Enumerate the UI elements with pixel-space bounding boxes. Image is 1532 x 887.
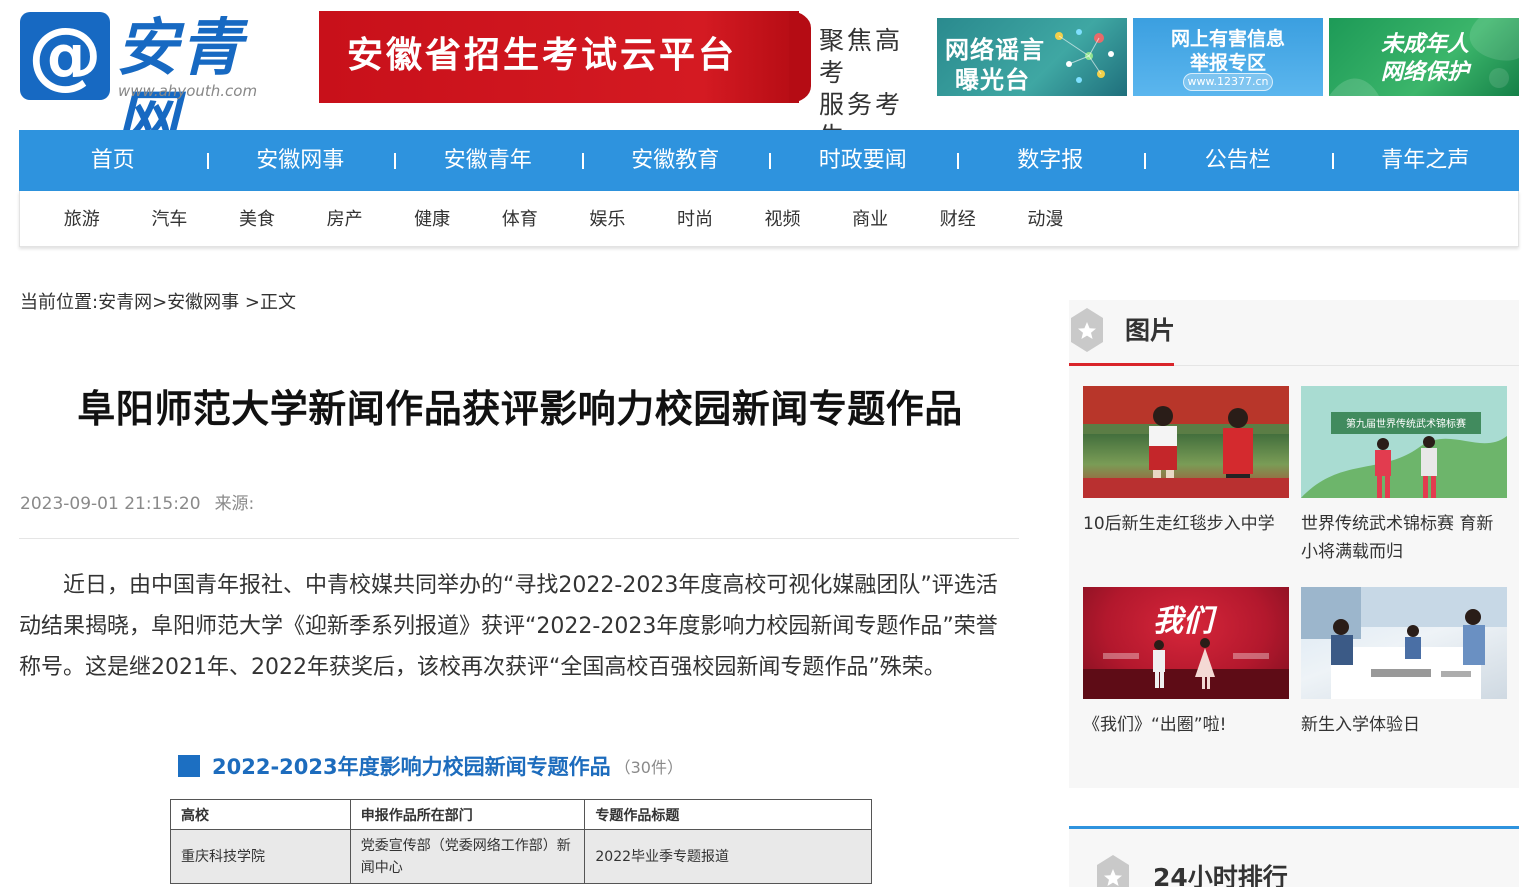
picture-caption[interactable]: 新生入学体验日: [1301, 711, 1507, 739]
sub-nav-realestate[interactable]: 房产: [301, 191, 389, 246]
picture-thumbnail[interactable]: [1301, 587, 1507, 699]
star-shield-icon: [1097, 855, 1129, 887]
article-date: 2023-09-01 21:15:20: [20, 494, 201, 514]
picture-thumbnail[interactable]: [1083, 386, 1289, 498]
figure-title: 2022-2023年度影响力校园新闻专题作品: [212, 755, 611, 779]
exam-platform-banner[interactable]: 安徽省招生考试云平台 聚焦高考 服务考生: [319, 11, 919, 151]
nav-item-youth-voice[interactable]: 青年之声: [1331, 130, 1520, 191]
nav-item-politics[interactable]: 时政要闻: [769, 130, 957, 191]
picture-caption[interactable]: 10后新生走红毯步入中学: [1083, 510, 1289, 538]
sub-nav-auto[interactable]: 汽车: [126, 191, 214, 246]
site-header: @ 安青网 www.ahyouth.com 安徽省招生考试云平台 聚焦高考 服务…: [0, 0, 1532, 156]
breadcrumb-section-link[interactable]: 安徽网事: [167, 292, 239, 313]
sub-nav-health[interactable]: 健康: [388, 191, 476, 246]
rumor-banner[interactable]: 网络谣言 曝光台: [937, 18, 1127, 96]
report-url: www.12377.cn: [1183, 73, 1273, 91]
nav-item-anhui-youth[interactable]: 安徽青年: [394, 130, 582, 191]
article-body-paragraph: 近日，由中国青年报社、中青校媒共同举办的“寻找2022-2023年度高校可视化媒…: [19, 573, 998, 680]
rumor-line2: 曝光台: [955, 66, 1030, 94]
figure-count: （30件）: [614, 758, 683, 777]
sub-nav-entertainment[interactable]: 娱乐: [564, 191, 652, 246]
figure-cell-work-title: 2022毕业季专题报道: [584, 829, 872, 884]
sub-nav-food[interactable]: 美食: [213, 191, 301, 246]
nav-item-bulletin[interactable]: 公告栏: [1144, 130, 1332, 191]
sub-nav-fashion[interactable]: 时尚: [651, 191, 739, 246]
picture-caption[interactable]: 《我们》“出圈”啦!: [1083, 711, 1289, 739]
picture-card[interactable]: 第九届世界传统武术锦标赛 世界传统武术锦标赛 育新小将满载而归: [1301, 386, 1507, 566]
sidebar-ranking: 24小时排行: [1069, 826, 1519, 887]
figure-cell-school: 重庆科技学院: [170, 829, 351, 884]
logo-url: www.ahyouth.com: [118, 82, 258, 100]
figure-header-work-title: 专题作品标题: [584, 799, 872, 830]
youth-line2: 网络保护: [1381, 60, 1470, 85]
sub-nav-anime[interactable]: 动漫: [1002, 191, 1090, 246]
logo-at-symbol: @: [28, 12, 102, 98]
figure-header-department: 申报作品所在部门: [349, 799, 586, 830]
report-line2: 举报专区: [1189, 52, 1266, 74]
article-meta: 2023-09-01 21:15:20 来源:: [20, 491, 254, 517]
picture-thumbnail[interactable]: 我们: [1083, 587, 1289, 699]
article-divider: [19, 538, 1019, 539]
breadcrumb-current: 正文: [259, 292, 296, 313]
figure-square-icon: [178, 755, 200, 777]
article-source-label: 来源:: [214, 494, 255, 514]
figure-header-school: 高校: [170, 799, 351, 830]
breadcrumb: 当前位置:安青网>安徽网事 >正文: [20, 290, 296, 316]
nav-item-anhui-news[interactable]: 安徽网事: [206, 130, 395, 191]
students-photo-art: [1083, 386, 1289, 498]
picture-card[interactable]: 我们 《我们》“出圈”啦!: [1083, 587, 1289, 739]
figure-table: 高校 申报作品所在部门 专题作品标题 重庆科技学院 党委宣传部（党委网络工作部）…: [170, 799, 872, 884]
breadcrumb-separator: >: [239, 292, 260, 313]
harmful-info-report-banner[interactable]: 网上有害信息 举报专区 www.12377.cn: [1133, 18, 1323, 96]
breadcrumb-home-link[interactable]: 安青网: [98, 292, 152, 313]
picture-card[interactable]: 10后新生走红毯步入中学: [1083, 386, 1289, 538]
banner-red-curve: [789, 11, 811, 103]
nav-item-home[interactable]: 首页: [19, 130, 207, 191]
img2-banner-text: 第九届世界传统武术锦标赛: [1346, 417, 1466, 430]
sub-nav-video[interactable]: 视频: [739, 191, 827, 246]
report-line1: 网上有害信息: [1170, 28, 1285, 50]
img3-stage-text: 我们: [1153, 604, 1218, 639]
picture-thumbnail[interactable]: 第九届世界传统武术锦标赛: [1301, 386, 1507, 498]
site-logo[interactable]: @ 安青网 www.ahyouth.com: [20, 12, 280, 156]
nav-item-anhui-education[interactable]: 安徽教育: [581, 130, 770, 191]
pictures-header: 图片: [1069, 300, 1519, 366]
nav-item-digital-paper[interactable]: 数字报: [956, 130, 1145, 191]
sub-nav-finance[interactable]: 财经: [914, 191, 1002, 246]
sidebar-pictures: 图片 10后新生走红毯步入中学 第九届世界传统武术锦标赛 世界传统武术锦标赛 育…: [1069, 300, 1519, 788]
banner-red-panel: 安徽省招生考试云平台: [319, 11, 799, 103]
article-title: 阜阳师范大学新闻作品获评影响力校园新闻专题作品: [77, 387, 963, 431]
minor-protection-banner[interactable]: 未成年人 网络保护: [1329, 18, 1519, 96]
picture-card[interactable]: 新生入学体验日: [1301, 587, 1507, 739]
network-dots-icon: [1055, 29, 1114, 83]
figure-cell-department: 党委宣传部（党委网络工作部）新闻中心: [349, 829, 586, 884]
banner-side-line1: 聚焦高考: [819, 26, 904, 87]
figure-heading: 2022-2023年度影响力校园新闻专题作品 （30件）: [178, 751, 683, 781]
sub-nav: 旅游 汽车 美食 房产 健康 体育 娱乐 时尚 视频 商业 财经 动漫: [19, 191, 1519, 247]
sub-nav-sports[interactable]: 体育: [476, 191, 564, 246]
sub-nav-business[interactable]: 商业: [826, 191, 914, 246]
breadcrumb-separator: >: [152, 292, 168, 313]
table-row: 重庆科技学院 党委宣传部（党委网络工作部）新闻中心 2022毕业季专题报道: [170, 829, 872, 884]
experience-day-photo-art: [1301, 587, 1507, 699]
breadcrumb-prefix: 当前位置:: [20, 292, 99, 313]
star-shield-icon: [1071, 308, 1103, 352]
picture-caption[interactable]: 世界传统武术锦标赛 育新小将满载而归: [1301, 510, 1507, 566]
martial-arts-photo-art: 第九届世界传统武术锦标赛: [1301, 386, 1507, 498]
pictures-title: 图片: [1125, 316, 1176, 345]
article-figure-image: 2022-2023年度影响力校园新闻专题作品 （30件） 高校 申报作品所在部门…: [170, 745, 875, 887]
ranking-title: 24小时排行: [1153, 863, 1288, 887]
stage-photo-art: 我们: [1083, 604, 1289, 699]
main-nav: 首页 安徽网事 安徽青年 安徽教育 时政要闻 数字报 公告栏 青年之声: [19, 130, 1519, 191]
pictures-header-accent: [1069, 363, 1174, 366]
sub-nav-travel[interactable]: 旅游: [38, 191, 126, 246]
banner-main-text: 安徽省招生考试云平台: [347, 35, 738, 76]
